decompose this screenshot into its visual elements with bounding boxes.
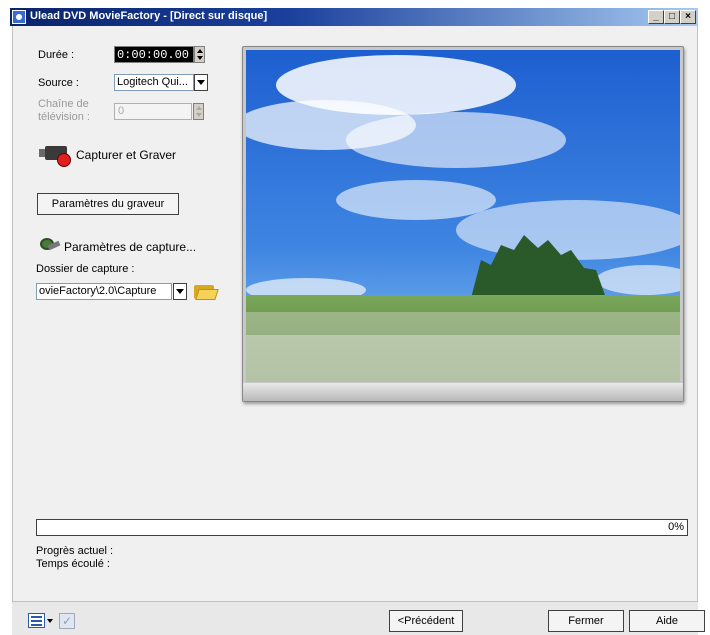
camcorder-record-icon[interactable] [39, 143, 73, 167]
capture-folder-label: Dossier de capture : [36, 263, 135, 275]
title-bar: Ulead DVD MovieFactory - [Direct sur dis… [10, 8, 698, 26]
capture-folder-select[interactable]: ovieFactory\2.0\Capture [36, 283, 172, 300]
window-buttons: _ □ × [648, 10, 696, 24]
capture-burn-label[interactable]: Capturer et Graver [76, 148, 176, 162]
duration-label: Durée : [38, 49, 75, 61]
minimize-button[interactable]: _ [648, 10, 664, 24]
close-window-button[interactable]: × [680, 10, 696, 24]
capture-settings-icon[interactable] [38, 236, 61, 252]
window-title: Ulead DVD MovieFactory - [Direct sur dis… [30, 10, 268, 22]
elapsed-time-label: Temps écoulé : [36, 558, 110, 570]
help-button[interactable]: Aide [629, 610, 705, 632]
tv-channel-input: 0 [114, 103, 192, 120]
source-label: Source : [38, 77, 79, 89]
progress-bar: 0% [36, 519, 688, 536]
previous-button[interactable]: <Précédent [389, 610, 463, 632]
tv-channel-label-line2: télévision : [38, 111, 90, 123]
source-dropdown-button[interactable] [194, 74, 208, 91]
duration-spinner[interactable] [194, 46, 205, 63]
tv-channel-label-line1: Chaîne de [38, 98, 89, 110]
browse-folder-icon[interactable] [194, 283, 219, 301]
duration-timecode[interactable]: 0:00:00.00 [114, 46, 194, 63]
capture-parameters-link[interactable]: Paramètres de capture... [64, 240, 196, 254]
list-menu-icon[interactable] [28, 613, 53, 629]
app-icon[interactable] [12, 10, 26, 24]
capture-folder-dropdown-button[interactable] [173, 283, 187, 300]
source-select[interactable]: Logitech Qui... [114, 74, 194, 91]
burner-parameters-button[interactable]: Paramètres du graveur [37, 193, 179, 215]
preview-controls-bar [243, 383, 683, 401]
checkmark-icon[interactable]: ✓ [59, 613, 75, 629]
video-preview-image [246, 50, 680, 382]
close-button[interactable]: Fermer [548, 610, 624, 632]
tv-channel-spinner [193, 103, 204, 120]
progress-percent: 0% [668, 521, 684, 533]
maximize-button[interactable]: □ [664, 10, 680, 24]
current-progress-label: Progrès actuel : [36, 545, 114, 557]
